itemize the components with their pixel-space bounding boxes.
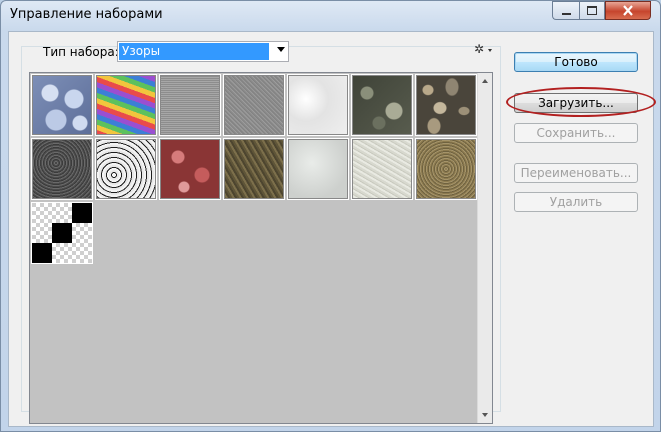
pattern-tile[interactable] bbox=[287, 138, 349, 200]
maximize-icon bbox=[587, 6, 597, 15]
pattern-tile[interactable] bbox=[223, 74, 285, 136]
pattern-tile[interactable] bbox=[31, 74, 93, 136]
pattern-tile[interactable] bbox=[223, 138, 285, 200]
pattern-tile[interactable] bbox=[95, 74, 157, 136]
preset-manager-window: Управление наборами Тип набора: Узоры ✲ bbox=[0, 0, 661, 432]
window-title: Управление наборами bbox=[10, 7, 163, 22]
pattern-tile[interactable] bbox=[31, 138, 93, 200]
title-bar[interactable]: Управление наборами bbox=[1, 1, 660, 31]
close-icon bbox=[623, 5, 633, 16]
vertical-scrollbar[interactable] bbox=[477, 73, 492, 423]
pattern-grid bbox=[31, 74, 479, 266]
delete-button[interactable]: Удалить bbox=[514, 192, 638, 212]
preset-type-label: Тип набора: bbox=[43, 45, 119, 59]
save-button[interactable]: Сохранить... bbox=[514, 123, 638, 143]
pattern-tile[interactable] bbox=[415, 138, 477, 200]
pattern-tile[interactable] bbox=[351, 74, 413, 136]
pattern-tile[interactable] bbox=[31, 202, 93, 264]
chevron-down-icon bbox=[277, 47, 285, 52]
maximize-button[interactable] bbox=[579, 1, 605, 20]
transparency-checker-icon bbox=[32, 203, 92, 263]
preset-type-value: Узоры bbox=[119, 43, 269, 60]
rename-button[interactable]: Переименовать... bbox=[514, 163, 638, 183]
pattern-tile[interactable] bbox=[287, 74, 349, 136]
pattern-tile[interactable] bbox=[159, 138, 221, 200]
pattern-tile[interactable] bbox=[159, 74, 221, 136]
gear-menu-arrow-icon bbox=[488, 49, 492, 52]
pattern-tile[interactable] bbox=[415, 74, 477, 136]
scroll-up-icon[interactable] bbox=[482, 79, 488, 83]
load-button-highlight bbox=[506, 87, 656, 117]
minimize-button[interactable] bbox=[552, 1, 579, 20]
pattern-tile[interactable] bbox=[95, 138, 157, 200]
minimize-icon bbox=[561, 12, 571, 15]
gear-icon[interactable]: ✲ bbox=[474, 42, 484, 56]
pattern-tile[interactable] bbox=[351, 138, 413, 200]
close-button[interactable] bbox=[605, 1, 651, 20]
done-button[interactable]: Готово bbox=[514, 52, 638, 72]
scroll-down-icon[interactable] bbox=[482, 413, 488, 417]
pattern-list[interactable] bbox=[29, 72, 493, 424]
preset-type-dropdown[interactable]: Узоры bbox=[117, 41, 289, 62]
